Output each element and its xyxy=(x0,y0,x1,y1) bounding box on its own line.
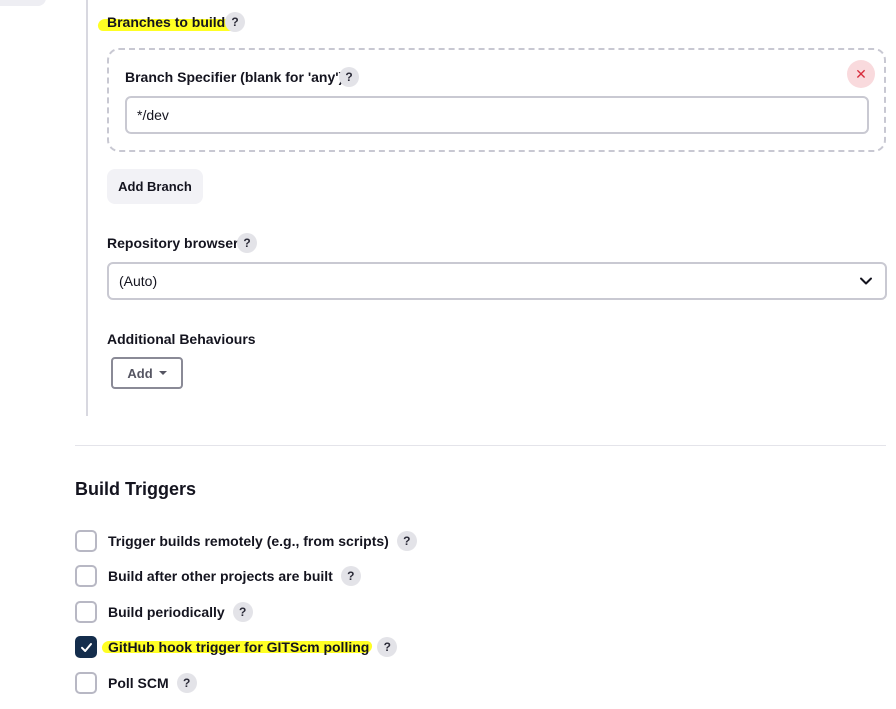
add-behaviour-label: Add xyxy=(127,365,153,381)
branch-specifier-label: Branch Specifier (blank for 'any') xyxy=(125,69,344,85)
trigger-row: Trigger builds remotely (e.g., from scri… xyxy=(75,530,417,552)
help-icon[interactable]: ? xyxy=(237,233,257,253)
help-icon[interactable]: ? xyxy=(232,602,253,622)
trigger-row: Poll SCM ? xyxy=(75,672,197,694)
trigger-row: GitHub hook trigger for GITScm polling ? xyxy=(75,636,398,658)
trigger-label[interactable]: GitHub hook trigger for GITScm polling xyxy=(108,639,369,655)
add-behaviour-button[interactable]: Add xyxy=(111,357,183,389)
help-icon[interactable]: ? xyxy=(225,12,245,32)
sidebar-tab-edge xyxy=(0,0,46,6)
trigger-remote-checkbox[interactable] xyxy=(75,530,97,552)
caret-down-icon xyxy=(158,371,167,375)
section-divider xyxy=(75,445,886,446)
build-after-other-checkbox[interactable] xyxy=(75,565,97,587)
additional-behaviours-label: Additional Behaviours xyxy=(107,331,256,347)
chevron-down-icon xyxy=(860,277,872,285)
repository-browser-select[interactable]: (Auto) xyxy=(107,262,887,300)
github-hook-checkbox[interactable] xyxy=(75,636,97,658)
help-icon[interactable]: ? xyxy=(396,531,417,551)
section-rail xyxy=(86,0,88,416)
add-branch-button[interactable]: Add Branch xyxy=(107,169,203,204)
build-periodically-checkbox[interactable] xyxy=(75,601,97,623)
help-icon[interactable]: ? xyxy=(340,566,361,586)
trigger-label[interactable]: Trigger builds remotely (e.g., from scri… xyxy=(108,533,389,549)
poll-scm-checkbox[interactable] xyxy=(75,672,97,694)
trigger-row: Build after other projects are built ? xyxy=(75,565,361,587)
trigger-label[interactable]: Build periodically xyxy=(108,604,225,620)
job-config-page: Branches to build ? Branch Specifier (bl… xyxy=(0,0,896,709)
delete-branch-button[interactable]: ✕ xyxy=(847,60,875,88)
repository-browser-label: Repository browser xyxy=(107,235,239,251)
repository-browser-value: (Auto) xyxy=(119,273,158,289)
trigger-label[interactable]: Poll SCM xyxy=(108,675,169,691)
checkmark-icon xyxy=(80,642,92,652)
trigger-label[interactable]: Build after other projects are built xyxy=(108,568,333,584)
help-icon[interactable]: ? xyxy=(176,673,197,693)
branch-specifier-input[interactable] xyxy=(125,96,869,134)
build-triggers-title: Build Triggers xyxy=(75,479,197,499)
help-icon[interactable]: ? xyxy=(339,67,359,87)
branches-to-build-label: Branches to build xyxy=(107,14,226,30)
trigger-row: Build periodically ? xyxy=(75,601,253,623)
help-icon[interactable]: ? xyxy=(377,637,398,657)
